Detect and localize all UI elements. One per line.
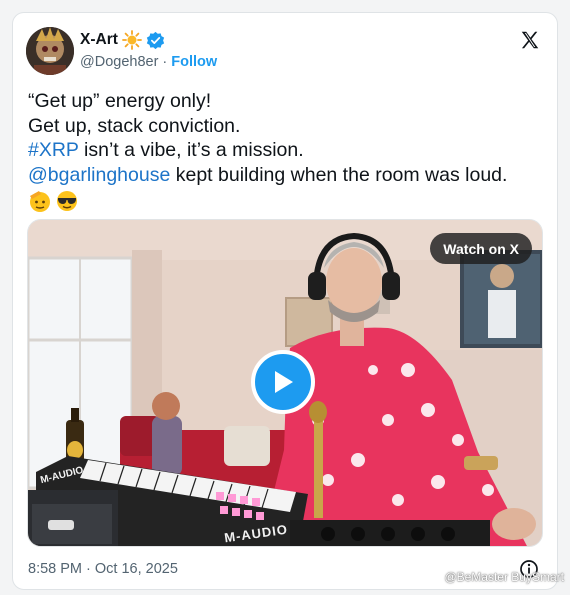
x-logo-icon[interactable] — [519, 29, 541, 51]
display-name[interactable]: X-Art — [80, 31, 118, 49]
tweet-line-1: “Get up” energy only! — [28, 89, 543, 114]
play-button[interactable] — [251, 350, 315, 414]
video-player[interactable]: M-AUDIO M-AUDIO Watch on X — [27, 219, 543, 547]
timestamp[interactable]: 8:58 PM · Oct 16, 2025 — [28, 561, 178, 577]
handle[interactable]: @Dogeh8er — [80, 54, 158, 70]
avatar[interactable] — [26, 27, 74, 75]
emoji-line — [28, 188, 543, 213]
handle-row: @Dogeh8er · Follow — [80, 54, 217, 70]
tweet-text-span: kept building when the room was loud. — [170, 163, 508, 186]
tweet-line-3: #XRP isn’t a vibe, it’s a mission. — [28, 138, 543, 163]
tweet-line-4: @bgarlinghouse kept building when the ro… — [28, 163, 543, 188]
sunglasses-face-emoji-icon — [57, 190, 77, 211]
tweet-card: X-Art @Dogeh8er · Follow “Get up” energy… — [12, 12, 558, 590]
follow-button[interactable]: Follow — [171, 54, 217, 70]
hashtag-link[interactable]: #XRP — [28, 139, 79, 161]
tweet-text: “Get up” energy only! Get up, stack conv… — [28, 89, 543, 213]
tweet-line-2: Get up, stack conviction. — [28, 114, 543, 139]
watch-on-x-button[interactable]: Watch on X — [430, 233, 532, 264]
verified-badge-icon[interactable] — [146, 31, 165, 50]
watermark: @BeMaster BuySmart — [444, 570, 564, 584]
mention-link[interactable]: @bgarlinghouse — [28, 164, 170, 186]
tweet-text-span: Get up, stack conviction. — [28, 114, 241, 137]
author-name-row: X-Art — [80, 30, 165, 50]
play-icon — [275, 371, 293, 393]
separator: · — [162, 54, 168, 70]
saluting-face-emoji-icon — [30, 190, 50, 212]
tweet-text-span: “Get up” energy only! — [28, 90, 212, 112]
tweet-text-span: isn’t a vibe, it’s a mission. — [78, 139, 304, 161]
sun-emoji-icon — [121, 30, 142, 50]
